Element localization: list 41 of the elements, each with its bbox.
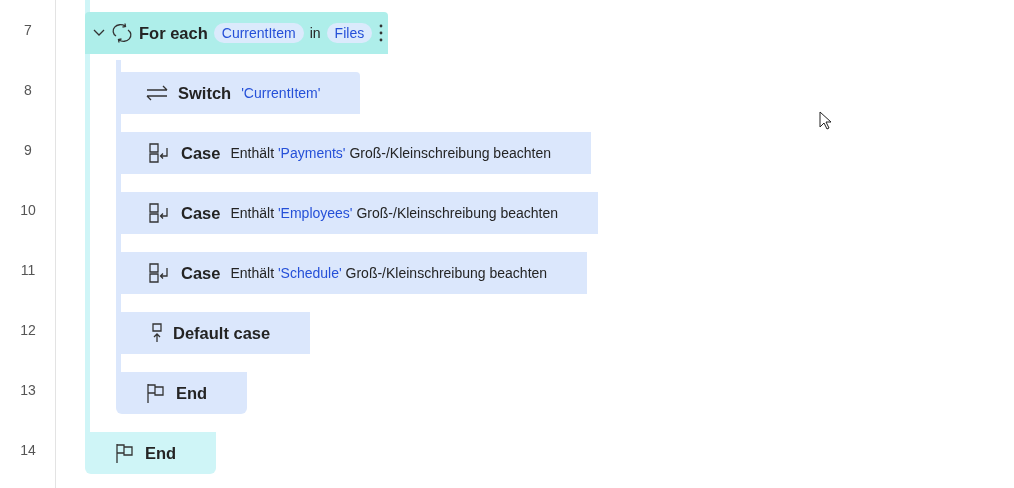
chevron-icon[interactable]	[93, 29, 105, 37]
case-row[interactable]: Case Enthält 'Payments' Groß-/Kleinschreibung beachten	[121, 132, 591, 174]
swap-arrows-icon	[146, 85, 168, 101]
case-icon	[149, 263, 171, 283]
end-row[interactable]: End	[116, 372, 248, 414]
line-number: 7	[24, 22, 32, 38]
line-number: 13	[20, 382, 36, 398]
default-case-row[interactable]: Default case	[121, 312, 311, 354]
case-condition: Enthält 'Schedule' Groß-/Kleinschreibung beachten	[230, 265, 548, 281]
action-keyword: End	[145, 443, 177, 463]
action-keyword: For each	[139, 23, 208, 43]
mouse-cursor-icon	[819, 111, 832, 131]
line-number: 12	[20, 322, 36, 338]
action-keyword: Switch	[178, 83, 232, 103]
flag-icon	[115, 443, 135, 463]
line-number: 11	[20, 262, 36, 278]
connector-text: in	[309, 25, 321, 41]
action-keyword: Case	[181, 263, 221, 283]
line-number: 9	[24, 142, 32, 158]
loop-icon	[111, 23, 133, 43]
case-icon	[149, 203, 171, 223]
more-icon[interactable]	[378, 23, 385, 43]
default-case-icon	[151, 323, 163, 343]
case-row[interactable]: Case Enthält 'Employees' Groß-/Kleinschreibung beachten	[121, 192, 598, 234]
case-icon	[149, 143, 171, 163]
action-keyword: End	[176, 383, 208, 403]
action-keyword: Case	[181, 203, 221, 223]
switch-value: 'CurrentItem'	[241, 85, 321, 101]
variable-chip: CurrentItem	[213, 23, 304, 43]
action-keyword: Default case	[173, 323, 271, 343]
line-number: 8	[24, 82, 32, 98]
end-row[interactable]: End	[85, 432, 217, 474]
line-number: 10	[20, 202, 36, 218]
for-each-header[interactable]: For each CurrentItem in Files	[85, 12, 389, 54]
flag-icon	[146, 383, 166, 403]
case-condition: Enthält 'Employees' Groß-/Kleinschreibung beachten	[230, 205, 558, 221]
line-number: 14	[20, 442, 36, 458]
case-row[interactable]: Case Enthält 'Schedule' Groß-/Kleinschreibung beachten	[121, 252, 588, 294]
variable-chip: Files	[326, 23, 373, 43]
action-keyword: Case	[181, 143, 221, 163]
case-condition: Enthält 'Payments' Groß-/Kleinschreibung beachten	[230, 145, 551, 161]
